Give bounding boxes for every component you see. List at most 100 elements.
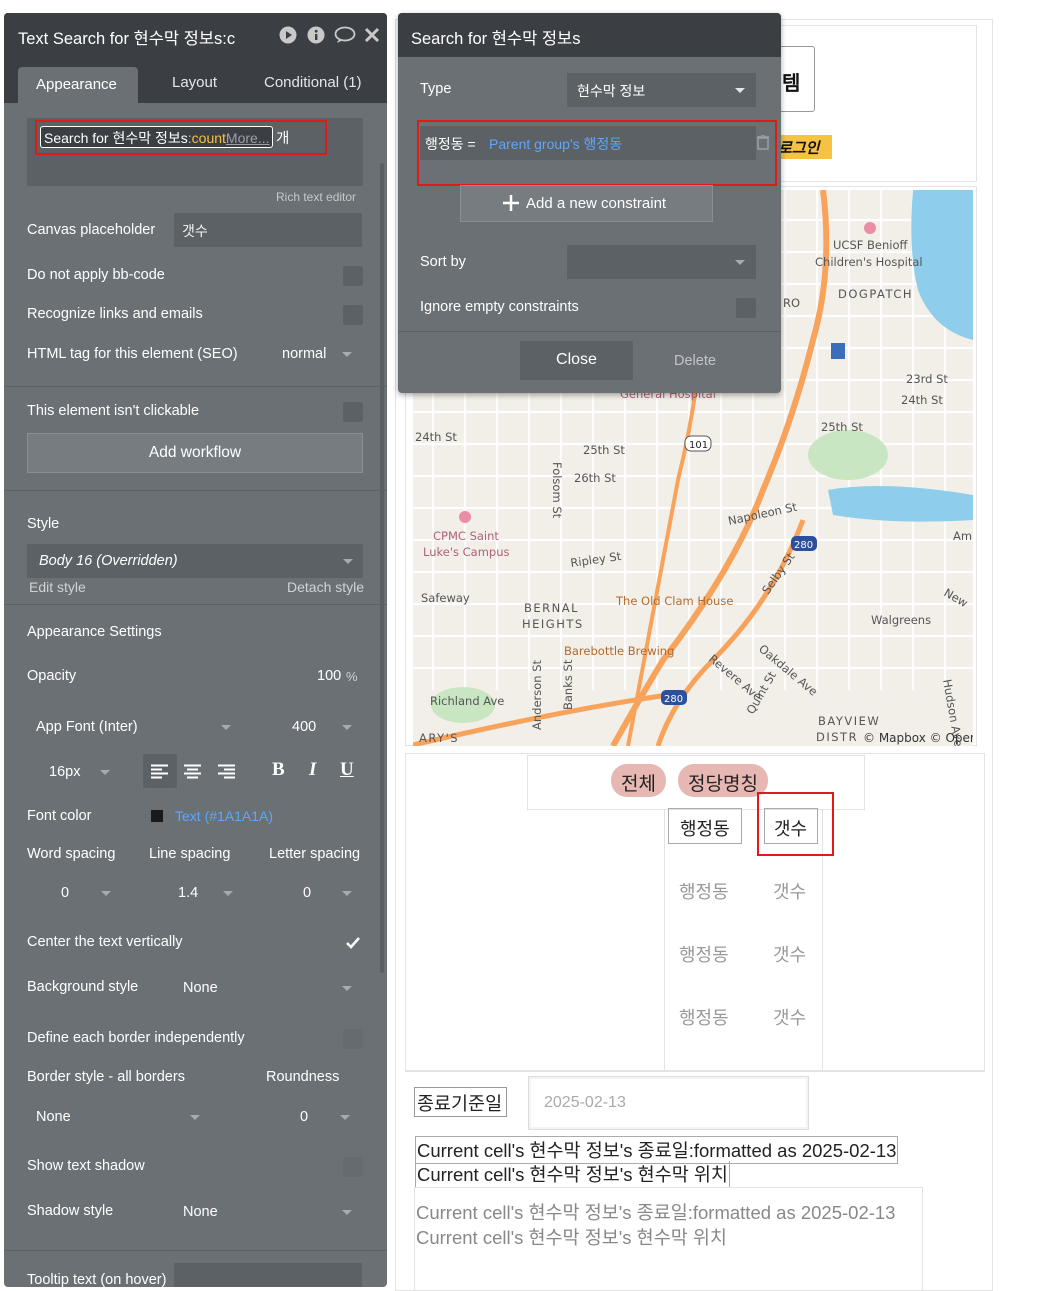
underline-button[interactable]: U <box>340 759 354 781</box>
cell-location-text: Current cell's 현수막 정보's 현수막 위치 <box>416 1227 727 1248</box>
define-border-checkbox[interactable] <box>343 1029 363 1049</box>
html-tag-dropdown[interactable]: normal <box>272 337 362 371</box>
opacity-unit: % <box>346 669 358 684</box>
chevron-down-icon <box>223 891 233 896</box>
detach-style-link[interactable]: Detach style <box>287 579 364 595</box>
text-shadow-checkbox[interactable] <box>343 1157 363 1177</box>
sort-label: Sort by <box>420 254 466 270</box>
divider <box>398 331 781 332</box>
tab-appearance[interactable]: Appearance <box>18 67 138 103</box>
expression-source: Search for 현수막 정보s <box>44 130 188 146</box>
shadow-style-dropdown[interactable]: None <box>174 1195 362 1229</box>
align-right-icon <box>218 764 235 779</box>
line-spacing-dropdown[interactable]: 1.4 <box>149 876 245 910</box>
canvas-placeholder-input[interactable]: 갯수 <box>174 213 362 247</box>
font-size-dropdown[interactable]: 16px <box>27 754 119 788</box>
end-date-input[interactable]: 2025-02-13 <box>528 1076 809 1130</box>
close-icon[interactable] <box>363 26 381 44</box>
font-family-dropdown[interactable]: App Font (Inter) <box>27 710 239 744</box>
chevron-down-icon <box>342 725 352 730</box>
roundness-input[interactable]: 0 <box>266 1100 362 1134</box>
not-clickable-checkbox[interactable] <box>343 402 363 422</box>
table-cell-count: 갯수 <box>773 1008 807 1028</box>
comment-icon[interactable] <box>334 26 356 44</box>
dynamic-expression[interactable]: Search for 현수막 정보s:countMore... <box>40 126 274 148</box>
no-bbcode-checkbox[interactable] <box>343 266 363 286</box>
info-icon[interactable] <box>307 26 325 44</box>
search-popup: Search for 현수막 정보s Type 현수막 정보 행정동 = Par… <box>398 13 781 393</box>
check-icon <box>346 937 360 949</box>
tooltip-input[interactable] <box>174 1263 362 1287</box>
divider <box>4 386 387 387</box>
align-center-button[interactable] <box>176 754 210 788</box>
end-date-label: 종료기준일 <box>414 1087 507 1117</box>
delete-button[interactable]: Delete <box>674 353 716 369</box>
map-attribution[interactable]: © Mapbox © Open <box>863 731 973 745</box>
text-shadow-label: Show text shadow <box>27 1158 145 1174</box>
tab-layout[interactable]: Layout <box>172 74 217 91</box>
letter-spacing-dropdown[interactable]: 0 <box>269 876 365 910</box>
font-weight-dropdown[interactable]: 400 <box>266 710 362 744</box>
chevron-down-icon <box>190 1115 200 1120</box>
edit-style-link[interactable]: Edit style <box>29 579 86 595</box>
chevron-down-icon <box>101 891 111 896</box>
opacity-input[interactable]: 100 <box>317 668 341 684</box>
italic-button[interactable]: I <box>309 759 316 781</box>
map-label: 23rd St <box>906 372 948 386</box>
type-value: 현수막 정보 <box>577 83 646 99</box>
shadow-style-label: Shadow style <box>27 1203 114 1219</box>
border-style-dropdown[interactable]: None <box>27 1100 213 1134</box>
highway-label: 101 <box>689 440 708 451</box>
define-border-label: Define each border independently <box>27 1030 245 1046</box>
add-workflow-button[interactable]: Add workflow <box>27 433 363 473</box>
play-icon[interactable] <box>279 26 297 44</box>
expression-operator: :count <box>187 130 226 146</box>
filter-party-button[interactable]: 정당명칭 <box>678 764 768 797</box>
map-label: DOGPATCH <box>838 287 913 301</box>
sort-dropdown[interactable] <box>567 245 756 279</box>
map-label: Luke's Campus <box>423 545 510 559</box>
chevron-down-icon <box>100 770 110 775</box>
rich-text-hint: Rich text editor <box>276 190 357 204</box>
map-label: Walgreens <box>871 613 931 627</box>
more-link[interactable]: More... <box>226 130 270 146</box>
border-style-value: None <box>36 1109 71 1125</box>
highlight-constraint <box>417 120 777 186</box>
add-constraint-label: Add a new constraint <box>526 195 667 212</box>
highlight-count-element <box>757 792 834 856</box>
word-spacing-dropdown[interactable]: 0 <box>27 876 123 910</box>
chevron-down-icon <box>735 260 745 265</box>
add-constraint-button[interactable]: Add a new constraint <box>460 185 713 222</box>
center-vertically-checkbox[interactable] <box>343 933 363 953</box>
map-label: BAYVIEW <box>818 714 880 728</box>
tab-conditional[interactable]: Conditional (1) <box>264 74 362 91</box>
map-label: HEIGHTS <box>522 617 584 631</box>
font-color-value[interactable]: Text (#1A1A1A) <box>175 808 273 824</box>
center-vertically-label: Center the text vertically <box>27 934 183 950</box>
divider <box>4 490 387 491</box>
background-style-dropdown[interactable]: None <box>174 971 362 1005</box>
bold-button[interactable]: B <box>272 759 285 781</box>
map-label: 24th St <box>901 393 943 407</box>
map-label: Folsom St <box>550 462 564 519</box>
font-color-swatch[interactable] <box>151 810 163 822</box>
style-dropdown[interactable]: Body 16 (Overridden) <box>27 544 363 578</box>
table-cell-count: 갯수 <box>773 882 807 902</box>
map-label: Safeway <box>421 591 470 605</box>
editor-header: Text Search for 현수막 정보s:c <box>4 13 387 57</box>
recognize-links-checkbox[interactable] <box>343 305 363 325</box>
type-dropdown[interactable]: 현수막 정보 <box>567 73 756 107</box>
align-left-button[interactable] <box>143 754 177 788</box>
font-color-label: Font color <box>27 808 92 824</box>
table-cell-count: 갯수 <box>773 945 807 965</box>
filter-all-button[interactable]: 전체 <box>611 764 666 797</box>
ignore-empty-checkbox[interactable] <box>736 298 756 318</box>
highway-shield: 101 <box>684 435 712 452</box>
align-right-button[interactable] <box>210 754 244 788</box>
close-button[interactable]: Close <box>520 341 633 380</box>
scrollbar[interactable] <box>380 163 384 973</box>
chevron-down-icon <box>735 88 745 93</box>
style-value: Body 16 (Overridden) <box>39 553 178 569</box>
shadow-style-value: None <box>183 1204 218 1220</box>
highway-label: 280 <box>664 694 683 705</box>
